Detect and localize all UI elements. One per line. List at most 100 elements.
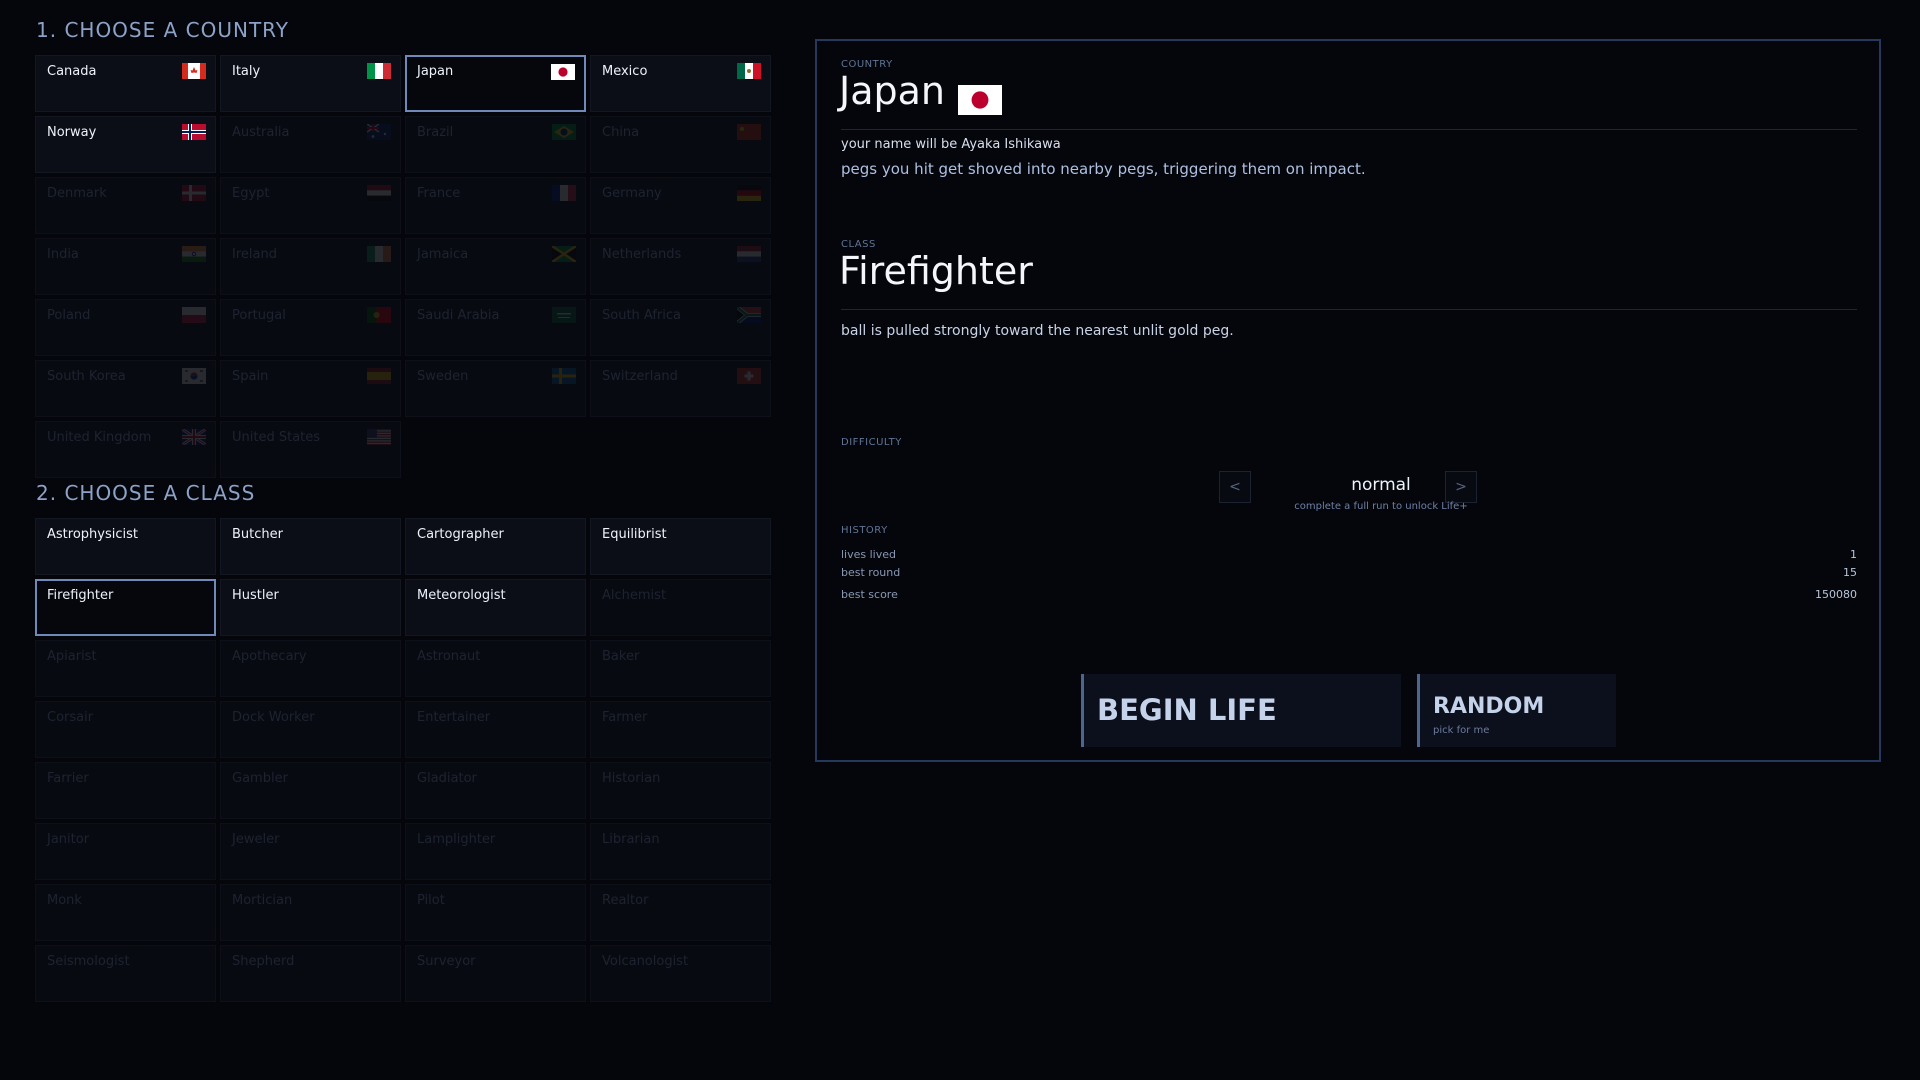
class-tile-astrophysicist[interactable]: Astrophysicist: [35, 518, 216, 575]
details-panel: COUNTRY Japan your name will be Ayaka Is…: [815, 39, 1881, 762]
united-kingdom-flag-icon: [182, 429, 206, 445]
jamaica-flag-icon: [552, 246, 576, 262]
class-tile-historian: Historian: [590, 762, 771, 819]
canada-flag-icon: [182, 63, 206, 79]
class-tile-label: Entertainer: [417, 710, 491, 725]
south-africa-flag-icon: [737, 307, 761, 323]
class-tile-lamplighter: Lamplighter: [405, 823, 586, 880]
class-tile-hustler[interactable]: Hustler: [220, 579, 401, 636]
country-tile-label: Japan: [417, 64, 454, 79]
class-tile-label: Corsair: [47, 710, 94, 725]
history-row-label: best score: [841, 588, 898, 601]
japan-flag-icon: [958, 85, 1002, 115]
country-tile-label: Norway: [47, 125, 97, 140]
country-tile-label: Mexico: [602, 64, 648, 79]
country-tile-label: France: [417, 186, 461, 201]
class-tile-entertainer: Entertainer: [405, 701, 586, 758]
country-tile-norway[interactable]: Norway: [35, 116, 216, 173]
china-flag-icon: [737, 124, 761, 140]
country-tile-united-states: United States: [220, 421, 401, 478]
class-tile-label: Dock Worker: [232, 710, 315, 725]
class-tile-label: Historian: [602, 771, 661, 786]
history-row-best-score: best score 150080: [841, 588, 1857, 601]
country-tile-mexico[interactable]: Mexico: [590, 55, 771, 112]
class-tile-label: Astronaut: [417, 649, 481, 664]
country-tile-canada[interactable]: Canada: [35, 55, 216, 112]
country-tile-france: France: [405, 177, 586, 234]
random-sublabel: pick for me: [1433, 725, 1490, 736]
selected-class-name: Firefighter: [839, 249, 1033, 293]
class-tile-shepherd: Shepherd: [220, 945, 401, 1002]
country-tile-denmark: Denmark: [35, 177, 216, 234]
class-tile-apothecary: Apothecary: [220, 640, 401, 697]
history-row-label: lives lived: [841, 548, 896, 561]
class-tile-equilibrist[interactable]: Equilibrist: [590, 518, 771, 575]
class-tile-realtor: Realtor: [590, 884, 771, 941]
country-tile-italy[interactable]: Italy: [220, 55, 401, 112]
class-tile-label: Equilibrist: [602, 527, 667, 542]
class-tile-dock-worker: Dock Worker: [220, 701, 401, 758]
class-tile-cartographer[interactable]: Cartographer: [405, 518, 586, 575]
history-row-value: 15: [1843, 566, 1857, 579]
difficulty-prev-button[interactable]: <: [1219, 471, 1251, 503]
difficulty-hint: complete a full run to unlock Life+: [1294, 501, 1468, 512]
denmark-flag-icon: [182, 185, 206, 201]
class-tile-label: Jeweler: [232, 832, 280, 847]
france-flag-icon: [552, 185, 576, 201]
country-section-title: 1. CHOOSE A COUNTRY: [36, 18, 290, 42]
class-effect-text: ball is pulled strongly toward the neare…: [841, 323, 1234, 339]
south-korea-flag-icon: [182, 368, 206, 384]
norway-flag-icon: [182, 124, 206, 140]
country-tile-label: Italy: [232, 64, 261, 79]
class-tile-label: Baker: [602, 649, 640, 664]
class-tile-label: Shepherd: [232, 954, 295, 969]
country-tile-label: Netherlands: [602, 247, 682, 262]
class-tile-label: Cartographer: [417, 527, 504, 542]
difficulty-label: DIFFICULTY: [841, 437, 902, 448]
saudi-arabia-flag-icon: [552, 307, 576, 323]
country-tile-label: Spain: [232, 369, 269, 384]
class-tile-apiarist: Apiarist: [35, 640, 216, 697]
class-tile-librarian: Librarian: [590, 823, 771, 880]
netherlands-flag-icon: [737, 246, 761, 262]
country-tile-label: Australia: [232, 125, 290, 140]
class-tile-label: Apiarist: [47, 649, 97, 664]
class-tile-baker: Baker: [590, 640, 771, 697]
class-tile-butcher[interactable]: Butcher: [220, 518, 401, 575]
country-tile-label: India: [47, 247, 79, 262]
spain-flag-icon: [367, 368, 391, 384]
history-label: HISTORY: [841, 525, 888, 536]
class-tile-label: Meteorologist: [417, 588, 506, 603]
country-tile-label: Denmark: [47, 186, 107, 201]
class-tile-label: Surveyor: [417, 954, 476, 969]
class-grid: Astrophysicist Butcher Cartographer Equilib…: [35, 518, 771, 1002]
united-states-flag-icon: [367, 429, 391, 445]
divider: [841, 309, 1857, 310]
country-tile-germany: Germany: [590, 177, 771, 234]
divider: [841, 129, 1857, 130]
country-effect-text: pegs you hit get shoved into nearby pegs…: [841, 160, 1366, 178]
country-tile-spain: Spain: [220, 360, 401, 417]
class-tile-corsair: Corsair: [35, 701, 216, 758]
country-tile-united-kingdom: United Kingdom: [35, 421, 216, 478]
country-tile-label: Egypt: [232, 186, 270, 201]
class-tile-label: Gladiator: [417, 771, 477, 786]
class-tile-label: Alchemist: [602, 588, 667, 603]
class-tile-monk: Monk: [35, 884, 216, 941]
country-tile-india: India: [35, 238, 216, 295]
class-tile-label: Mortician: [232, 893, 293, 908]
class-tile-volcanologist: Volcanologist: [590, 945, 771, 1002]
class-tile-label: Apothecary: [232, 649, 307, 664]
country-tile-label: Jamaica: [417, 247, 469, 262]
random-button[interactable]: RANDOM pick for me: [1417, 674, 1616, 747]
country-tile-japan[interactable]: Japan: [405, 55, 586, 112]
class-tile-meteorologist[interactable]: Meteorologist: [405, 579, 586, 636]
difficulty-next-button[interactable]: >: [1445, 471, 1477, 503]
class-tile-firefighter[interactable]: Firefighter: [35, 579, 216, 636]
class-tile-label: Firefighter: [47, 588, 114, 603]
begin-life-button[interactable]: BEGIN LIFE: [1081, 674, 1401, 747]
class-tile-label: Hustler: [232, 588, 279, 603]
country-tile-label: Portugal: [232, 308, 286, 323]
portugal-flag-icon: [367, 307, 391, 323]
class-tile-alchemist: Alchemist: [590, 579, 771, 636]
